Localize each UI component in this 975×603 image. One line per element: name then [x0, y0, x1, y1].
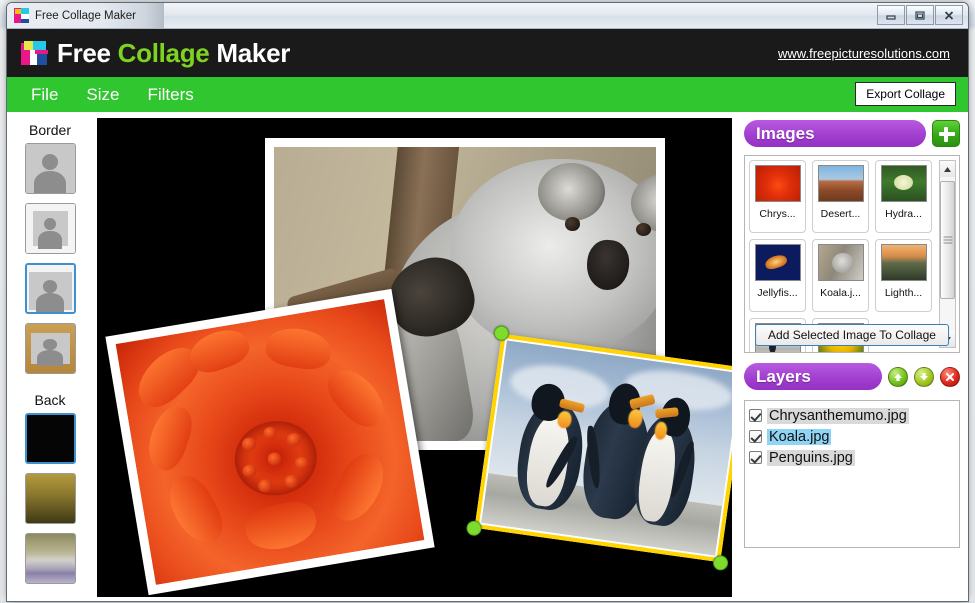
scrollbar-thumb[interactable] [940, 181, 955, 299]
menu-item-file[interactable]: File [17, 85, 72, 105]
menu-item-size[interactable]: Size [72, 85, 133, 105]
title-bar-tab: Free Collage Maker [7, 3, 164, 28]
layer-label: Chrysanthemumo.jpg [767, 407, 909, 424]
image-caption: Desert... [820, 208, 861, 220]
left-sidebar: Border Back [7, 112, 93, 601]
person-placeholder-icon [32, 211, 68, 249]
image-item-jellyfish[interactable]: Jellyfis... [749, 239, 806, 312]
thumbnail [754, 244, 801, 281]
maximize-button[interactable] [906, 5, 934, 25]
background-option-black[interactable] [24, 413, 76, 464]
brand-accent: Collage [117, 37, 210, 68]
layers-panel-title: Layers [744, 363, 882, 390]
layer-label: Penguins.jpg [767, 449, 855, 466]
scrollbar-track[interactable] [940, 177, 955, 331]
person-placeholder-icon [28, 272, 72, 312]
border-option-white-mat[interactable] [24, 203, 76, 254]
penguin-beak [654, 406, 679, 419]
image-item-hydrangeas[interactable]: Hydra... [875, 160, 932, 233]
wood-frame-shape [25, 324, 75, 373]
images-list: Chrys... Desert... Hydra... Jellyfis... [744, 155, 960, 353]
white-top-mat-shape [26, 265, 74, 312]
chrysanthemum-image [115, 299, 425, 585]
thumbnail [754, 165, 801, 202]
images-scrollbar[interactable] [939, 160, 956, 348]
thumbnail [817, 165, 864, 202]
layer-visibility-checkbox[interactable] [749, 409, 762, 422]
brand-part-2: Maker [209, 37, 291, 68]
layer-visibility-checkbox[interactable] [749, 451, 762, 464]
layer-label: Koala.jpg [767, 428, 832, 445]
thumbnail [880, 244, 927, 281]
image-caption: Chrys... [759, 208, 796, 220]
image-item-lighthouse[interactable]: Lighth... [875, 239, 932, 312]
image-caption: Jellyfis... [757, 287, 798, 299]
background-option-olive[interactable] [24, 473, 76, 524]
koala-eye-left [564, 216, 581, 231]
koala-head [449, 158, 656, 353]
border-option-none[interactable] [24, 143, 76, 194]
collage-canvas[interactable] [97, 118, 732, 597]
image-item-desert[interactable]: Desert... [812, 160, 869, 233]
image-caption: Lighth... [884, 287, 923, 299]
border-section-label: Border [28, 122, 72, 138]
scrollbar-grip-icon [943, 236, 952, 244]
image-item-chrysanthemum[interactable]: Chrys... [749, 160, 806, 233]
koala-eye-right [635, 222, 652, 237]
image-caption: Hydra... [885, 208, 922, 220]
layer-item-penguins[interactable]: Penguins.jpg [749, 447, 955, 468]
penguins-image [481, 340, 732, 556]
export-collage-button[interactable]: Export Collage [855, 82, 956, 106]
koala-ear-left [538, 162, 605, 221]
layer-item-chrysanthemumo[interactable]: Chrysanthemumo.jpg [749, 405, 955, 426]
layer-item-koala[interactable]: Koala.jpg [749, 426, 955, 447]
title-bar: Free Collage Maker [7, 3, 968, 29]
white-mat-shape [25, 204, 75, 253]
border-option-white-top[interactable] [24, 263, 76, 314]
scroll-up-icon[interactable] [940, 161, 955, 177]
images-panel-title: Images [744, 120, 926, 147]
app-window: Free Collage Maker Free Collage Maker ww… [6, 2, 969, 602]
thumbnail [817, 244, 864, 281]
delete-layer-button[interactable] [940, 366, 960, 387]
person-placeholder-icon [25, 144, 75, 193]
back-section-label: Back [34, 392, 66, 408]
close-button[interactable] [935, 5, 963, 25]
thumbnail [880, 165, 927, 202]
layers-list[interactable]: Chrysanthemumo.jpg Koala.jpg Penguins.jp… [744, 400, 960, 548]
window-title: Free Collage Maker [35, 9, 136, 22]
border-option-wood-frame[interactable] [24, 323, 76, 374]
background-option-landscape[interactable] [24, 533, 76, 584]
minimize-button[interactable] [877, 5, 905, 25]
window-controls [877, 5, 963, 25]
menu-item-filters[interactable]: Filters [133, 85, 207, 105]
menu-bar: File Size Filters Export Collage [7, 77, 968, 112]
brand-part-1: Free [57, 37, 118, 68]
resize-handle-bottom-left[interactable] [465, 519, 483, 537]
add-image-button[interactable] [932, 120, 960, 147]
right-panel: Images Chrys... Desert... Hydra... Jelly… [736, 112, 968, 601]
images-panel-header: Images [744, 120, 960, 147]
koala-nose [585, 238, 631, 293]
canvas-container [93, 112, 736, 601]
person-placeholder-icon [30, 333, 70, 367]
move-layer-down-button[interactable] [914, 366, 934, 387]
image-caption: Koala.j... [820, 287, 861, 299]
app-header: Free Collage Maker www.freepicturesoluti… [7, 29, 968, 77]
collage-app-icon [14, 8, 29, 23]
canvas-photo-penguins[interactable] [465, 324, 732, 572]
canvas-photo-chrysanthemum[interactable] [105, 288, 435, 596]
move-layer-up-button[interactable] [888, 366, 908, 387]
layers-panel-header: Layers [744, 363, 960, 390]
resize-handle-bottom-right[interactable] [712, 554, 730, 572]
app-brand-title: Free Collage Maker [57, 38, 290, 69]
website-link[interactable]: www.freepicturesolutions.com [778, 46, 950, 61]
layer-visibility-checkbox[interactable] [749, 430, 762, 443]
add-selected-image-button[interactable]: Add Selected Image To Collage [755, 324, 949, 346]
collage-logo-icon [21, 41, 49, 65]
image-item-koala[interactable]: Koala.j... [812, 239, 869, 312]
main-area: Border Back Images Chrys... Desert... Hy… [7, 112, 968, 601]
